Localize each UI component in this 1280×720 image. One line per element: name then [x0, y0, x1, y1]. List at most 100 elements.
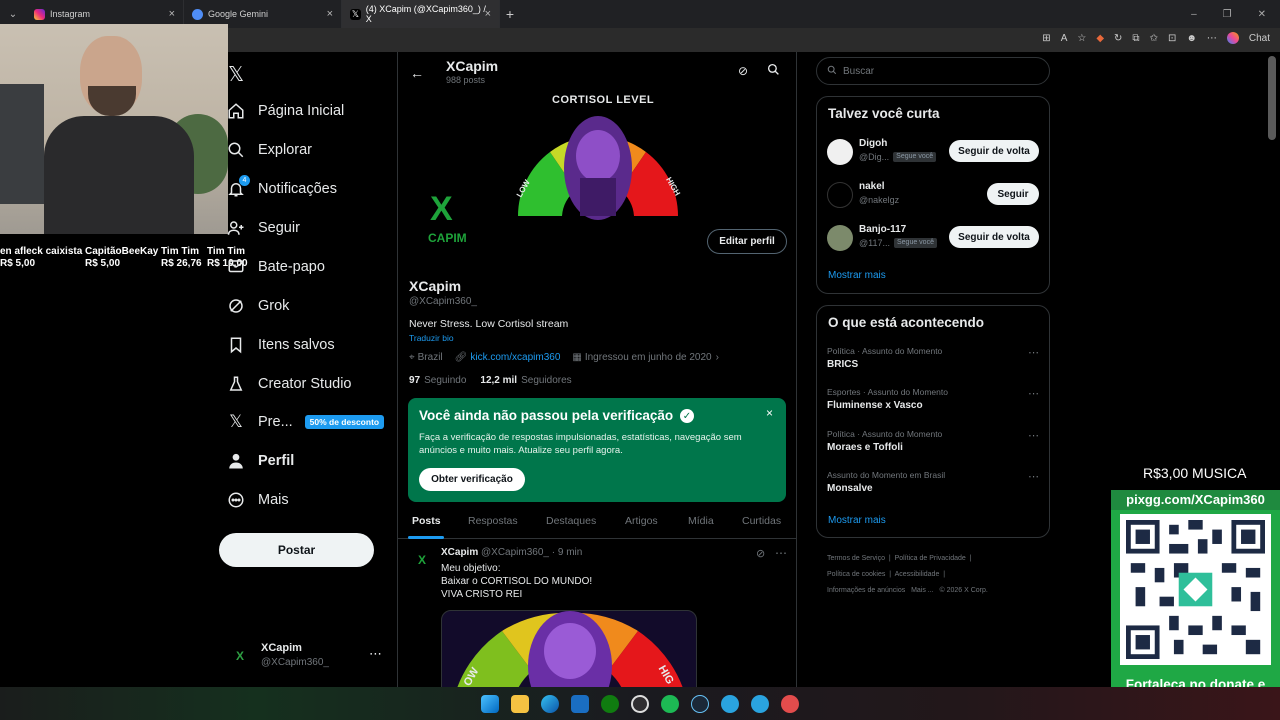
- new-tab-button[interactable]: +: [500, 6, 520, 22]
- tab-articles[interactable]: Artigos: [625, 515, 658, 527]
- follow-button[interactable]: Seguir: [987, 183, 1039, 205]
- more-icon[interactable]: ⋯: [1207, 33, 1217, 44]
- profile-avatar[interactable]: X CAPIM: [408, 184, 480, 256]
- get-verified-button[interactable]: Obter verificação: [419, 468, 525, 491]
- tab-replies[interactable]: Respostas: [468, 515, 518, 527]
- favorite-star-icon[interactable]: ☆: [1077, 33, 1086, 44]
- footer-link[interactable]: Política de Privacidade: [895, 555, 966, 562]
- footer-link[interactable]: Termos de Serviço: [827, 555, 885, 562]
- tab-highlights[interactable]: Destaques: [546, 515, 596, 527]
- tab-posts[interactable]: Posts: [412, 515, 441, 527]
- minimize-icon[interactable]: –: [1191, 9, 1197, 20]
- more-icon[interactable]: ⋯: [369, 646, 382, 662]
- footer-link[interactable]: Política de cookies: [827, 571, 885, 578]
- edit-profile-button[interactable]: Editar perfil: [707, 229, 787, 254]
- copilot-icon[interactable]: [1226, 32, 1239, 44]
- post-image[interactable]: OW HIG: [441, 610, 697, 687]
- obs-icon[interactable]: [631, 694, 649, 713]
- footer-link[interactable]: Informações de anúncios: [827, 587, 905, 594]
- restore-icon[interactable]: ❐: [1223, 9, 1232, 20]
- footer-link[interactable]: Mais ...: [911, 587, 934, 594]
- trend-item[interactable]: Política · Assunto do Momento BRICS ⋯: [827, 346, 1041, 370]
- nav-notifications[interactable]: 4 Notificações: [226, 175, 337, 199]
- trend-item[interactable]: Esportes · Assunto do Momento Fluminense…: [827, 387, 1041, 411]
- search-icon: [226, 140, 246, 160]
- trend-item[interactable]: Assunto do Momento em Brasil Monsalve ⋯: [827, 470, 1041, 494]
- avatar[interactable]: [827, 182, 853, 208]
- nav-more[interactable]: Mais: [226, 490, 289, 510]
- collections-icon[interactable]: ⊡: [1168, 33, 1176, 44]
- tab-media[interactable]: Mídia: [688, 515, 714, 527]
- close-icon[interactable]: ×: [485, 8, 491, 20]
- browser-tab-x[interactable]: 𝕏 (4) XCapim (@XCapim360_) / X ×: [342, 0, 500, 28]
- windows-start-icon[interactable]: [481, 694, 499, 713]
- pix-url: pixgg.com/XCapim360: [1111, 490, 1280, 510]
- nav-creator-studio[interactable]: Creator Studio: [226, 374, 352, 394]
- footer-link[interactable]: Acessibilidade: [895, 571, 940, 578]
- nav-grok[interactable]: Grok: [226, 296, 289, 316]
- following-count[interactable]: 97: [409, 375, 420, 386]
- spotify-icon[interactable]: [661, 694, 679, 713]
- follow-back-button[interactable]: Seguir de volta: [949, 226, 1039, 248]
- close-icon[interactable]: ×: [766, 406, 773, 420]
- follow-back-button[interactable]: Seguir de volta: [949, 140, 1039, 162]
- steam-icon[interactable]: [691, 694, 709, 713]
- telegram-icon[interactable]: [721, 694, 739, 713]
- nav-home[interactable]: Página Inicial: [226, 101, 344, 121]
- page-scrollbar[interactable]: [1268, 56, 1276, 140]
- back-arrow-icon[interactable]: ←: [410, 65, 424, 81]
- nav-premium[interactable]: 𝕏 Pre... 50% de desconto: [226, 412, 385, 432]
- followers-label[interactable]: Seguidores: [521, 375, 572, 386]
- extensions-icon[interactable]: ⧉: [1132, 33, 1139, 44]
- trend-item[interactable]: Política · Assunto do Momento Moraes e T…: [827, 429, 1041, 453]
- nav-follow[interactable]: Seguir: [226, 218, 300, 238]
- post-time[interactable]: · 9 min: [552, 547, 583, 558]
- outlook-icon[interactable]: [571, 694, 589, 713]
- profile-icon[interactable]: ☻: [1186, 33, 1197, 44]
- followers-count[interactable]: 12,2 mil: [480, 375, 517, 386]
- extension-icon[interactable]: ◆: [1096, 33, 1104, 44]
- favorites-icon[interactable]: ✩: [1150, 33, 1158, 44]
- search-icon[interactable]: [767, 63, 780, 81]
- read-aloud-icon[interactable]: A: [1061, 33, 1068, 44]
- more-icon[interactable]: ⋯: [1028, 429, 1039, 442]
- grok-icon[interactable]: ⊘: [738, 64, 748, 78]
- nav-profile[interactable]: Perfil: [226, 451, 294, 471]
- nav-chat[interactable]: Bate-papo: [226, 257, 325, 277]
- post-item[interactable]: X XCapim @XCapim360_ · 9 min ⊘ ⋯ Meu obj…: [398, 540, 796, 687]
- following-label[interactable]: Seguindo: [424, 375, 466, 386]
- show-more-link[interactable]: Mostrar mais: [828, 270, 886, 281]
- grok-icon[interactable]: ⊘: [756, 547, 765, 560]
- avatar[interactable]: X: [410, 548, 434, 572]
- post-author-handle[interactable]: @XCapim360_: [481, 547, 549, 558]
- account-switcher[interactable]: X XCapim @XCapim360_ ⋯: [226, 640, 386, 674]
- app-icon[interactable]: [781, 694, 799, 713]
- close-icon[interactable]: ×: [169, 8, 175, 20]
- close-icon[interactable]: ×: [327, 8, 333, 20]
- more-icon[interactable]: ⋯: [1028, 470, 1039, 483]
- search-input[interactable]: Buscar: [816, 57, 1050, 85]
- translate-bio-link[interactable]: Traduzir bio: [409, 333, 454, 343]
- post-author-name[interactable]: XCapim: [441, 547, 478, 558]
- x-logo-icon[interactable]: 𝕏: [228, 62, 244, 87]
- close-window-icon[interactable]: ✕: [1258, 9, 1266, 20]
- post-button[interactable]: Postar: [219, 533, 374, 567]
- profile-website-link[interactable]: kick.com/xcapim360: [470, 352, 560, 363]
- suggestion-meta: @Dig... Segue você: [859, 152, 937, 162]
- avatar[interactable]: [827, 225, 853, 251]
- apps-icon[interactable]: ⊞: [1042, 33, 1050, 44]
- tab-likes[interactable]: Curtidas: [742, 515, 781, 527]
- show-more-link[interactable]: Mostrar mais: [828, 515, 886, 526]
- chat-label[interactable]: Chat: [1249, 33, 1270, 44]
- edge-browser-icon[interactable]: [541, 694, 559, 713]
- more-icon[interactable]: ⋯: [1028, 346, 1039, 359]
- file-explorer-icon[interactable]: [511, 694, 529, 713]
- xbox-icon[interactable]: [601, 694, 619, 713]
- refresh-icon[interactable]: ↻: [1114, 33, 1122, 44]
- nav-bookmarks[interactable]: Itens salvos: [226, 335, 335, 355]
- avatar[interactable]: [827, 139, 853, 165]
- nav-explore[interactable]: Explorar: [226, 140, 312, 160]
- more-icon[interactable]: ⋯: [775, 546, 787, 560]
- telegram-icon[interactable]: [751, 694, 769, 713]
- more-icon[interactable]: ⋯: [1028, 387, 1039, 400]
